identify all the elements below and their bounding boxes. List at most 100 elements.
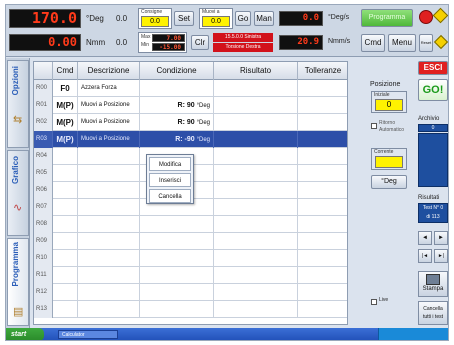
row-description[interactable] [78, 250, 140, 267]
row-description[interactable] [78, 199, 140, 216]
menu-item-modifica[interactable]: Modifica [149, 157, 191, 171]
table-row[interactable]: R09 [34, 233, 347, 250]
row-cmd[interactable]: M(P) [53, 97, 78, 114]
row-tolerance[interactable] [298, 114, 347, 131]
menu-item-cancella[interactable]: Cancella [149, 189, 191, 203]
table-row[interactable]: R00 F0 Azzera Forza [34, 80, 347, 97]
row-description[interactable] [78, 148, 140, 165]
row-result[interactable] [214, 182, 298, 199]
row-tolerance[interactable] [298, 182, 347, 199]
row-description[interactable] [78, 233, 140, 250]
row-description[interactable]: Muovi a Posizione [78, 131, 140, 148]
header-description[interactable]: Descrizione [78, 62, 140, 80]
row-cmd[interactable]: M(P) [53, 131, 78, 148]
row-tolerance[interactable] [298, 284, 347, 301]
tab-grafico[interactable]: Grafico ∿ [7, 150, 29, 236]
clear-button[interactable]: Clr [191, 35, 209, 50]
row-result[interactable] [214, 80, 298, 97]
row-cmd[interactable] [53, 250, 78, 267]
row-result[interactable] [214, 284, 298, 301]
go-button[interactable]: Go [235, 11, 251, 26]
row-index[interactable]: R10 [34, 250, 53, 267]
row-tolerance[interactable] [298, 216, 347, 233]
row-cmd[interactable] [53, 301, 78, 318]
stop-icon[interactable] [419, 10, 433, 24]
row-tolerance[interactable] [298, 233, 347, 250]
row-result[interactable] [214, 267, 298, 284]
row-cmd[interactable] [53, 233, 78, 250]
row-result[interactable] [214, 148, 298, 165]
table-row[interactable]: R08 [34, 216, 347, 233]
start-button[interactable]: start [6, 328, 44, 340]
row-result[interactable] [214, 250, 298, 267]
row-condition[interactable]: R: -90 °Deg [140, 131, 214, 148]
row-condition[interactable] [140, 301, 214, 318]
row-condition[interactable] [140, 233, 214, 250]
table-row[interactable]: R03 M(P) Muovi a Posizione R: -90 °Deg [34, 131, 347, 148]
iniziale-value[interactable]: 0 [375, 99, 403, 111]
tab-opzioni[interactable]: Opzioni ⇆ [7, 60, 29, 148]
row-result[interactable] [214, 233, 298, 250]
row-description[interactable] [78, 216, 140, 233]
row-condition[interactable] [140, 250, 214, 267]
row-index[interactable]: R02 [34, 114, 53, 131]
row-tolerance[interactable] [298, 97, 347, 114]
menu-item-inserisci[interactable]: Inserisci [149, 173, 191, 187]
row-tolerance[interactable] [298, 80, 347, 97]
row-index[interactable]: R00 [34, 80, 53, 97]
programma-button[interactable]: Programma [361, 9, 413, 27]
row-condition[interactable] [140, 80, 214, 97]
taskbar-app[interactable]: Calculator [58, 330, 118, 339]
row-index[interactable]: R06 [34, 182, 53, 199]
row-tolerance[interactable] [298, 301, 347, 318]
next-test-button[interactable]: ► [434, 231, 448, 245]
row-description[interactable] [78, 267, 140, 284]
menu-button[interactable]: Menu [388, 34, 416, 52]
unit-button[interactable]: °Deg [371, 175, 407, 189]
warning-icon[interactable] [432, 7, 448, 24]
row-index[interactable]: R09 [34, 233, 53, 250]
navigate-icon[interactable] [433, 34, 448, 50]
row-result[interactable] [214, 301, 298, 318]
go-start-button[interactable]: GO! [418, 79, 448, 101]
row-condition[interactable] [140, 267, 214, 284]
row-description[interactable]: Muovi a Posizione [78, 114, 140, 131]
table-row[interactable]: R01 M(P) Muovi a Posizione R: 90 °Deg [34, 97, 347, 114]
row-result[interactable] [214, 97, 298, 114]
table-row[interactable]: R02 M(P) Muovi a Posizione R: 90 °Deg [34, 114, 347, 131]
last-test-button[interactable]: ►| [434, 249, 448, 263]
live-checkbox[interactable] [371, 299, 377, 305]
row-cmd[interactable] [53, 182, 78, 199]
manual-button[interactable]: Man [254, 11, 274, 26]
row-tolerance[interactable] [298, 267, 347, 284]
row-tolerance[interactable] [298, 131, 347, 148]
row-tolerance[interactable] [298, 250, 347, 267]
row-description[interactable] [78, 284, 140, 301]
setpoint-value[interactable]: 0.0 [141, 16, 169, 27]
row-result[interactable] [214, 131, 298, 148]
row-index[interactable]: R04 [34, 148, 53, 165]
row-cmd[interactable] [53, 148, 78, 165]
table-row[interactable]: R11 [34, 267, 347, 284]
row-index[interactable]: R01 [34, 97, 53, 114]
header-tolerance[interactable]: Tolleranze [298, 62, 347, 80]
table-row[interactable]: R10 [34, 250, 347, 267]
header-cmd[interactable]: Cmd [53, 62, 78, 80]
row-cmd[interactable]: F0 [53, 80, 78, 97]
row-index[interactable]: R03 [34, 131, 53, 148]
move-to-value[interactable]: 0.0 [202, 16, 230, 27]
row-cmd[interactable] [53, 267, 78, 284]
cancella-tutti-button[interactable]: Cancella tutti i test [418, 301, 448, 325]
row-tolerance[interactable] [298, 199, 347, 216]
row-index[interactable]: R07 [34, 199, 53, 216]
esci-button[interactable]: ESCI [418, 61, 448, 75]
stampa-button[interactable]: Stampa [418, 271, 448, 297]
row-condition[interactable]: R: 90 °Deg [140, 97, 214, 114]
row-condition[interactable]: R: 90 °Deg [140, 114, 214, 131]
row-description[interactable] [78, 301, 140, 318]
row-cmd[interactable] [53, 165, 78, 182]
cmd-button[interactable]: Cmd [361, 34, 385, 52]
row-index[interactable]: R13 [34, 301, 53, 318]
table-row[interactable]: R13 [34, 301, 347, 318]
row-index[interactable]: R11 [34, 267, 53, 284]
